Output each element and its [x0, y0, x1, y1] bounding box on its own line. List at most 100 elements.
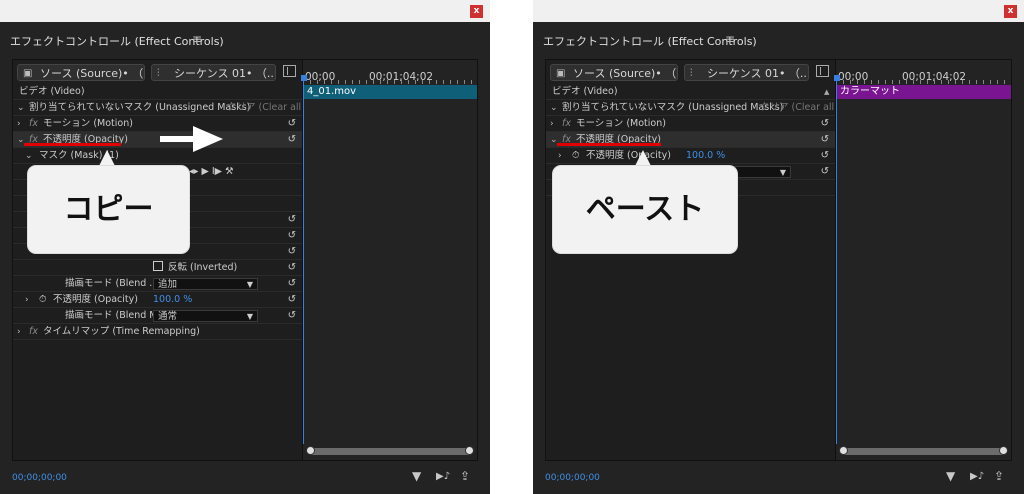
sequence-icon: ⫶ — [690, 68, 693, 79]
motion-row[interactable]: › fx モーション (Motion) ↺ — [546, 116, 835, 132]
video-label: ビデオ (Video) — [19, 86, 85, 97]
export-icon[interactable]: ⇪ — [460, 469, 470, 483]
playhead-handle[interactable] — [834, 75, 840, 81]
chevron-right-icon[interactable]: › — [17, 116, 21, 132]
footer-timecode[interactable]: 00;00;00;00 — [12, 473, 67, 483]
chevron-right-icon[interactable]: › — [25, 292, 29, 308]
opacity-value[interactable]: 100.0 % — [686, 148, 725, 164]
ruler-ticks — [303, 80, 477, 84]
reset-icon[interactable]: ↺ — [288, 132, 296, 148]
footer-timecode[interactable]: 00;00;00;00 — [545, 473, 600, 483]
chevron-down-icon: ▼ — [779, 168, 786, 177]
inverted-checkbox[interactable]: 反転 (Inverted) — [153, 260, 237, 276]
fx-icon: fx — [29, 326, 38, 337]
reset-icon[interactable]: ↺ — [821, 116, 829, 132]
blend-mode-row-2[interactable]: 描画モード (Blend Mo... 通常 ▼ ↺ — [13, 308, 302, 324]
chevron-right-icon[interactable]: › — [558, 148, 562, 164]
stopwatch-icon[interactable]: ⏱ — [39, 292, 46, 308]
blend-mode-select[interactable]: 追加 ▼ — [153, 278, 258, 290]
panel-menu-icon[interactable]: ≡ — [725, 32, 735, 46]
scroll-handle-left[interactable] — [839, 446, 848, 455]
reset-icon[interactable]: ↺ — [288, 212, 296, 228]
tab-sequence[interactable]: ⫶ シーケンス 01• （... — [151, 64, 276, 81]
timeline-toggle-icon[interactable] — [816, 65, 829, 77]
timeline-toggle-icon[interactable] — [283, 65, 296, 77]
opacity-param-label: 不透明度 (Opacity) — [53, 294, 138, 305]
panel-menu-icon[interactable]: ≡ — [192, 32, 202, 46]
tab-source[interactable]: ▣ ソース (Source)• （... — [17, 64, 145, 81]
panel-titlebar: エフェクトコントロール (Effect Controls) ≡ — [533, 22, 1024, 56]
opacity-value[interactable]: 100.0 % — [153, 292, 192, 308]
tab-source-label: ソース (Source)• （... — [40, 67, 145, 80]
filter-icon[interactable]: ▼ — [412, 469, 421, 483]
close-icon[interactable]: x — [470, 5, 483, 18]
scroll-handle-right[interactable] — [465, 446, 474, 455]
mask-track-controls[interactable]: ◂▸ ▶ I▶ ⚒ — [189, 164, 234, 180]
unassigned-masks-row[interactable]: ⌄ 割り当てられていないマスク (Unassigned Masks) クリア (… — [546, 100, 838, 116]
time-remap-row[interactable]: › fx タイムリマップ (Time Remapping) — [13, 324, 302, 340]
reset-icon[interactable]: ↺ — [821, 132, 829, 148]
scroll-handle-right[interactable] — [999, 446, 1008, 455]
play-audio-icon[interactable]: ▶♪ — [970, 471, 984, 482]
timeline-scrollbar[interactable] — [839, 446, 1008, 455]
clip-bar[interactable]: 4_01.mov — [304, 85, 477, 99]
chevron-down-icon[interactable]: ⌄ — [17, 100, 25, 116]
tab-source[interactable]: ▣ ソース (Source)• （... — [550, 64, 678, 81]
clear-all-button[interactable]: クリア (Clear all) — [227, 100, 305, 116]
video-header-row: ビデオ (Video) — [13, 84, 302, 100]
blend-mode-select-2[interactable]: 通常 ▼ — [153, 310, 258, 322]
mini-timeline[interactable]: 00;00 00;01;04;02 4_01.mov — [301, 60, 477, 460]
tab-sequence-label: シーケンス 01• （... — [174, 67, 276, 80]
filter-icon[interactable]: ▼ — [946, 469, 955, 483]
chevron-down-icon[interactable]: ⌄ — [25, 148, 33, 164]
opacity-value-row[interactable]: › ⏱ 不透明度 (Opacity) 100.0 % ↺ — [546, 148, 835, 164]
inverted-row[interactable]: 反転 (Inverted) ↺ — [13, 260, 302, 276]
time-ruler[interactable]: 00;00 00;01;04;02 — [303, 60, 477, 84]
reset-icon[interactable]: ↺ — [821, 164, 829, 180]
chevron-right-icon[interactable]: › — [17, 324, 21, 340]
tab-sequence[interactable]: ⫶ シーケンス 01• （... — [684, 64, 809, 81]
play-audio-icon[interactable]: ▶♪ — [436, 471, 450, 482]
video-header-row: ビデオ (Video) ▲ — [546, 84, 835, 100]
source-icon: ▣ — [556, 68, 566, 79]
scroll-handle-left[interactable] — [306, 446, 315, 455]
reset-icon[interactable]: ↺ — [288, 228, 296, 244]
chevron-right-icon[interactable]: › — [550, 116, 554, 132]
close-icon[interactable]: x — [1004, 5, 1017, 18]
window-top-strip: x — [0, 0, 490, 22]
mini-timeline[interactable]: 00;00 00;01;04;02 カラーマット — [834, 60, 1011, 460]
time-ruler[interactable]: 00;00 00;01;04;02 — [836, 60, 1011, 84]
playhead-line[interactable] — [303, 78, 304, 444]
stopwatch-icon[interactable]: ⏱ — [572, 148, 579, 164]
tab-source-label: ソース (Source)• （... — [573, 67, 678, 80]
playhead-line[interactable] — [836, 78, 837, 444]
collapse-up-icon[interactable]: ▲ — [824, 84, 829, 100]
panel-footer: 00;00;00;00 ▼ ▶♪ ⇪ — [0, 461, 490, 494]
tab-sequence-label: シーケンス 01• （... — [707, 67, 809, 80]
clear-all-button[interactable]: クリア (Clear all) — [760, 100, 838, 116]
playhead-handle[interactable] — [301, 75, 307, 81]
panel-footer: 00;00;00;00 ▼ ▶♪ ⇪ — [533, 461, 1024, 494]
clip-bar[interactable]: カラーマット — [837, 85, 1011, 99]
time-remap-label: タイムリマップ (Time Remapping) — [43, 326, 200, 337]
opacity-param-label: 不透明度 (Opacity) — [586, 150, 671, 161]
export-icon[interactable]: ⇪ — [994, 469, 1004, 483]
reset-icon[interactable]: ↺ — [288, 308, 296, 324]
timeline-scrollbar[interactable] — [306, 446, 474, 455]
unassigned-masks-row[interactable]: ⌄ 割り当てられていないマスク (Unassigned Masks) クリア (… — [13, 100, 305, 116]
blend-mode-row[interactable]: 描画モード (Blend ... 追加 ▼ ↺ — [13, 276, 302, 292]
arrow-shaft — [160, 136, 195, 142]
reset-icon[interactable]: ↺ — [288, 244, 296, 260]
motion-row[interactable]: › fx モーション (Motion) ↺ — [13, 116, 302, 132]
reset-icon[interactable]: ↺ — [288, 116, 296, 132]
reset-icon[interactable]: ↺ — [288, 276, 296, 292]
fx-icon: fx — [562, 118, 571, 129]
reset-icon[interactable]: ↺ — [821, 148, 829, 164]
paste-callout: ペースト — [553, 166, 737, 253]
blend-mode-label: 描画モード (Blend ... — [65, 278, 159, 289]
chevron-down-icon[interactable]: ⌄ — [550, 100, 558, 116]
opacity-value-row[interactable]: › ⏱ 不透明度 (Opacity) 100.0 % ↺ — [13, 292, 302, 308]
mask-row[interactable]: ⌄ マスク (Mask) (1) — [13, 148, 302, 164]
reset-icon[interactable]: ↺ — [288, 292, 296, 308]
reset-icon[interactable]: ↺ — [288, 260, 296, 276]
